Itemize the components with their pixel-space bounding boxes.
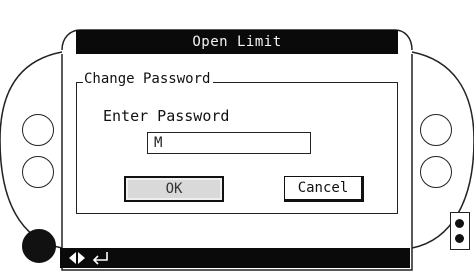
left-soft-key-middle[interactable] <box>22 156 54 188</box>
rocker-switch[interactable] <box>450 212 470 250</box>
password-prompt: Enter Password <box>103 107 230 125</box>
screen-title: Open Limit <box>76 30 398 54</box>
rocker-dot-bottom <box>455 234 464 243</box>
right-soft-key-middle[interactable] <box>420 156 452 188</box>
left-right-arrow-icon <box>69 252 85 264</box>
footer-bar <box>60 248 410 268</box>
right-soft-key-top[interactable] <box>420 114 452 146</box>
group-label: Change Password <box>83 70 214 88</box>
password-input[interactable] <box>147 132 311 154</box>
rocker-dot-top <box>455 219 464 228</box>
enter-arrow-icon <box>92 252 108 265</box>
ok-button[interactable]: OK <box>124 176 224 202</box>
left-soft-key-bottom[interactable] <box>22 229 56 263</box>
cancel-button[interactable]: Cancel <box>284 176 364 202</box>
left-soft-key-top[interactable] <box>22 114 54 146</box>
